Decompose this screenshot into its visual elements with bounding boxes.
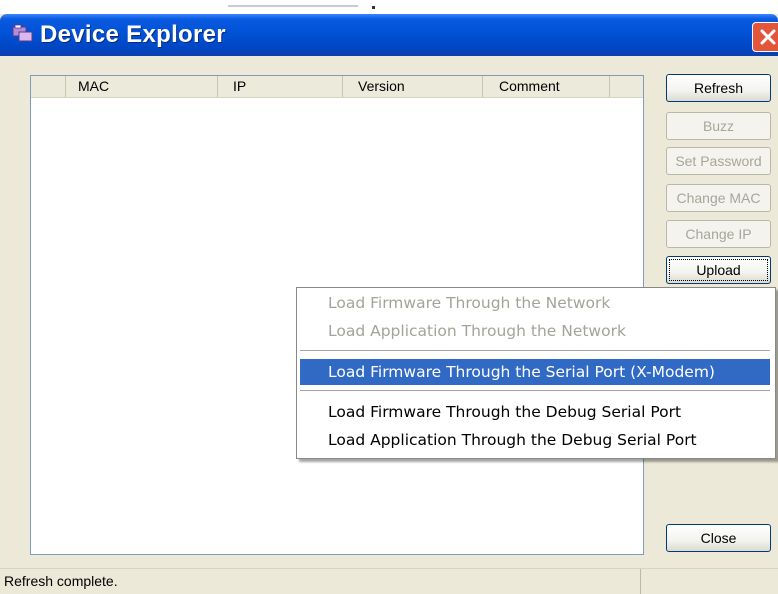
background-strip [0,0,778,14]
menu-separator [300,350,770,351]
status-bar: Refresh complete. [0,568,778,594]
upload-context-menu: Load Firmware Through the Network Load A… [296,287,776,459]
status-divider [640,569,641,594]
change-ip-button[interactable]: Change IP [666,220,771,248]
menu-item-load-firmware-network[interactable]: Load Firmware Through the Network [300,290,770,316]
column-header-comment[interactable]: Comment [483,76,610,97]
status-text: Refresh complete. [4,573,118,589]
buzz-button[interactable]: Buzz [666,112,771,140]
menu-item-load-application-network[interactable]: Load Application Through the Network [300,318,770,344]
column-header-ip[interactable]: IP [218,76,343,97]
menu-item-load-firmware-serial-xmodem[interactable]: Load Firmware Through the Serial Port (X… [300,359,770,385]
menu-item-load-firmware-debug-serial[interactable]: Load Firmware Through the Debug Serial P… [300,399,770,425]
close-button[interactable]: Close [666,524,771,552]
menu-item-load-application-debug-serial[interactable]: Load Application Through the Debug Seria… [300,427,770,453]
menu-separator [300,390,770,391]
background-dot [372,6,375,9]
column-header-mac[interactable]: MAC [66,76,218,97]
refresh-button[interactable]: Refresh [666,74,771,102]
window-close-button[interactable] [752,22,778,52]
column-header-version[interactable]: Version [343,76,483,97]
column-spacer [31,76,66,97]
close-x-icon [760,29,776,45]
title-bar[interactable]: Device Explorer [0,14,778,56]
device-explorer-window: Device Explorer MAC IP Version Comment R… [0,0,778,594]
device-explorer-app-icon [12,24,34,44]
background-fragment [228,5,358,7]
window-title: Device Explorer [40,21,226,48]
list-header: MAC IP Version Comment [31,76,643,98]
upload-button[interactable]: Upload [666,256,771,284]
change-mac-button[interactable]: Change MAC [666,184,771,212]
set-password-button[interactable]: Set Password [666,147,771,175]
